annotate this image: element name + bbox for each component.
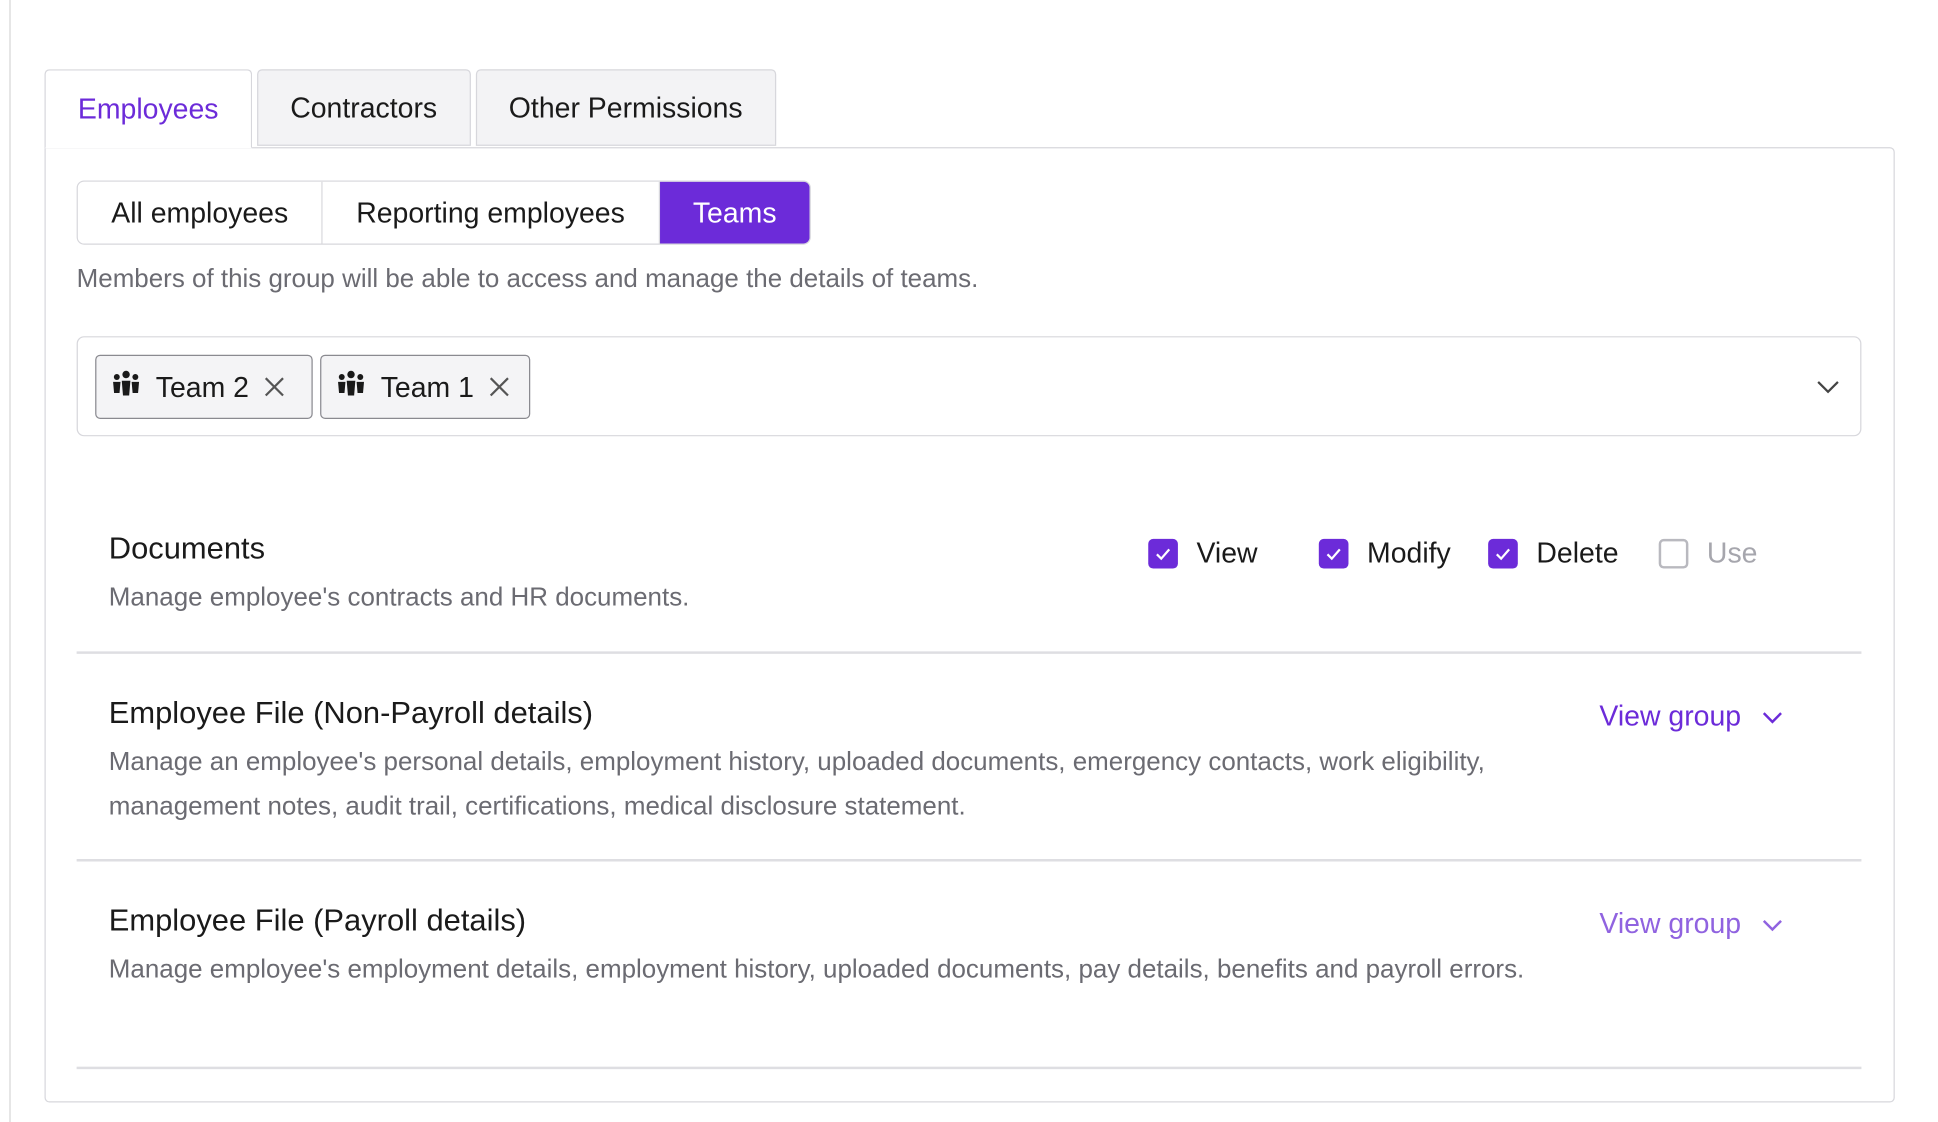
team-icon [113,370,140,396]
employee-scope-toggle: All employees Reporting employees Teams [76,180,812,245]
team-chip: Team 1 [320,354,531,420]
checkbox-view[interactable]: View [1148,536,1258,569]
chevron-down-icon [1762,919,1782,931]
view-group-label: View group [1599,907,1742,940]
checkbox-label: Modify [1367,536,1451,569]
checkbox-label: Use [1706,536,1758,569]
permission-title-payroll: Employee File (Payroll details) [108,903,527,939]
permission-title-documents: Documents [108,531,266,567]
view-group-button-non-payroll[interactable]: View group [1599,700,1783,733]
remove-chip-icon[interactable] [264,376,286,398]
permissions-editor: Employees Contractors Other Permissions … [0,0,1938,1122]
view-group-button-payroll[interactable]: View group [1599,907,1783,940]
team-chip-label: Team 2 [155,370,249,403]
tab-contractors[interactable]: Contractors [256,69,471,146]
row-divider [76,859,1862,862]
team-icon [338,370,365,396]
segment-teams[interactable]: Teams [659,181,810,244]
segment-reporting-employees[interactable]: Reporting employees [322,181,660,244]
checkbox-label: Delete [1536,536,1619,569]
view-group-label: View group [1599,699,1742,732]
remove-chip-icon[interactable] [489,376,511,398]
checkbox-modify[interactable]: Modify [1318,536,1451,569]
checked-box-icon [1148,538,1178,568]
segment-all-employees[interactable]: All employees [77,181,323,244]
permission-description-documents: Manage employee's contracts and HR docum… [108,583,690,612]
checkbox-use[interactable]: Use [1658,536,1758,569]
checked-box-icon [1318,538,1349,568]
chevron-down-icon [1762,711,1782,723]
permission-tabs: Employees Contractors Other Permissions [44,69,780,149]
unchecked-box-icon [1658,538,1689,568]
team-chip: Team 2 [95,354,313,420]
chevron-down-icon[interactable] [1816,375,1841,400]
permission-title-non-payroll: Employee File (Non-Payroll details) [108,695,594,731]
checkbox-delete[interactable]: Delete [1488,536,1619,569]
permission-description-payroll: Manage employee's employment details, em… [108,955,1525,984]
tab-employees[interactable]: Employees [44,69,252,149]
row-divider [76,1066,1862,1070]
team-chip-label: Team 1 [380,370,474,403]
tab-other-permissions[interactable]: Other Permissions [475,69,776,146]
checked-box-icon [1488,538,1518,568]
team-multiselect[interactable]: Team 2 Team 1 [76,336,1862,437]
permission-description-non-payroll: Manage an employee's personal details, e… [108,747,1485,821]
row-divider [76,651,1862,654]
checkbox-label: View [1196,536,1258,569]
teams-helper-text: Members of this group will be able to ac… [76,264,979,293]
